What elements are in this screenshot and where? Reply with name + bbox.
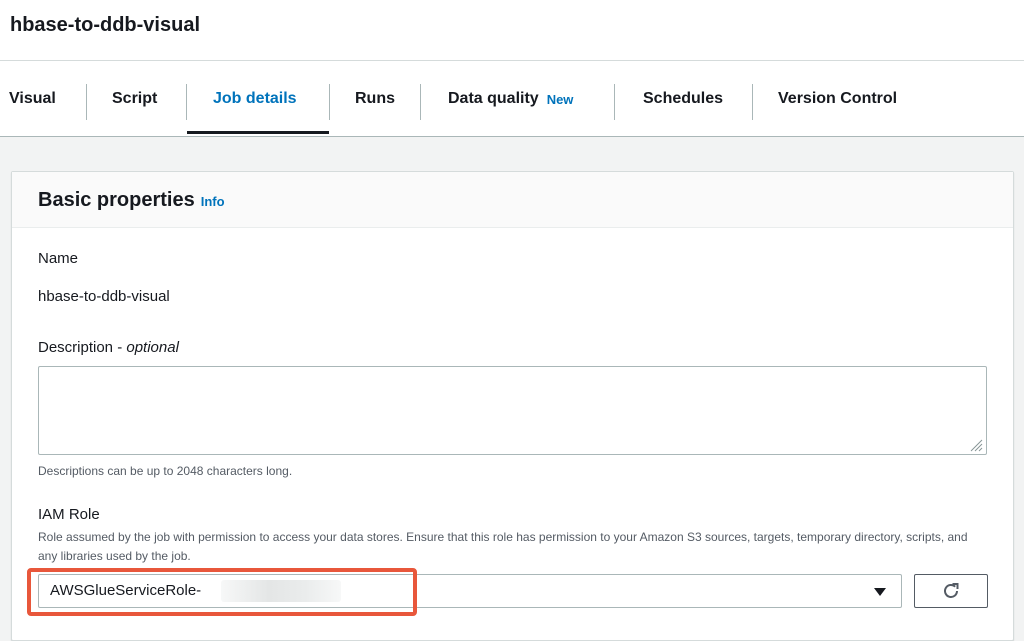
refresh-button[interactable] xyxy=(914,574,988,608)
name-label: Name xyxy=(38,250,79,267)
tab-schedules[interactable]: Schedules xyxy=(643,61,723,137)
iam-role-hint: Role assumed by the job with permission … xyxy=(38,530,968,563)
tab-divider xyxy=(186,84,187,120)
page-header: hbase-to-ddb-visual xyxy=(0,0,1024,61)
caret-down-icon xyxy=(874,588,886,596)
active-tab-indicator xyxy=(187,131,329,134)
iam-role-selected-value: AWSGlueServiceRole- xyxy=(50,582,202,599)
description-hint: Descriptions can be up to 2048 character… xyxy=(38,464,293,478)
optional-tag: optional xyxy=(126,339,179,356)
tab-visual[interactable]: Visual xyxy=(9,61,56,137)
redacted-text xyxy=(221,580,341,602)
tab-data-quality[interactable]: Data quality New xyxy=(448,61,573,137)
tab-divider xyxy=(752,84,753,120)
iam-role-label: IAM Role xyxy=(38,506,100,523)
tab-runs[interactable]: Runs xyxy=(355,61,395,137)
tab-divider xyxy=(614,84,615,120)
panel-title: Basic properties Info xyxy=(38,189,225,211)
description-textarea[interactable] xyxy=(38,366,987,455)
tab-divider xyxy=(86,84,87,120)
tab-script[interactable]: Script xyxy=(112,61,157,137)
panel-header: Basic properties Info xyxy=(12,172,1013,228)
description-label: Description - optional xyxy=(38,339,179,356)
tab-divider xyxy=(420,84,421,120)
tab-version-control[interactable]: Version Control xyxy=(778,61,897,137)
page-title: hbase-to-ddb-visual xyxy=(10,14,201,36)
tab-job-details[interactable]: Job details xyxy=(213,61,297,137)
tab-bar: Visual Script Job details Runs Data qual… xyxy=(0,61,1024,137)
tab-divider xyxy=(329,84,330,120)
info-link[interactable]: Info xyxy=(201,194,225,209)
iam-role-select[interactable]: AWSGlueServiceRole- xyxy=(38,574,902,608)
resize-grip-icon[interactable] xyxy=(967,436,983,452)
refresh-icon xyxy=(944,583,959,598)
name-value: hbase-to-ddb-visual xyxy=(38,288,170,305)
basic-properties-panel: Basic properties Info Name hbase-to-ddb-v… xyxy=(11,171,1014,641)
new-badge: New xyxy=(546,91,574,107)
